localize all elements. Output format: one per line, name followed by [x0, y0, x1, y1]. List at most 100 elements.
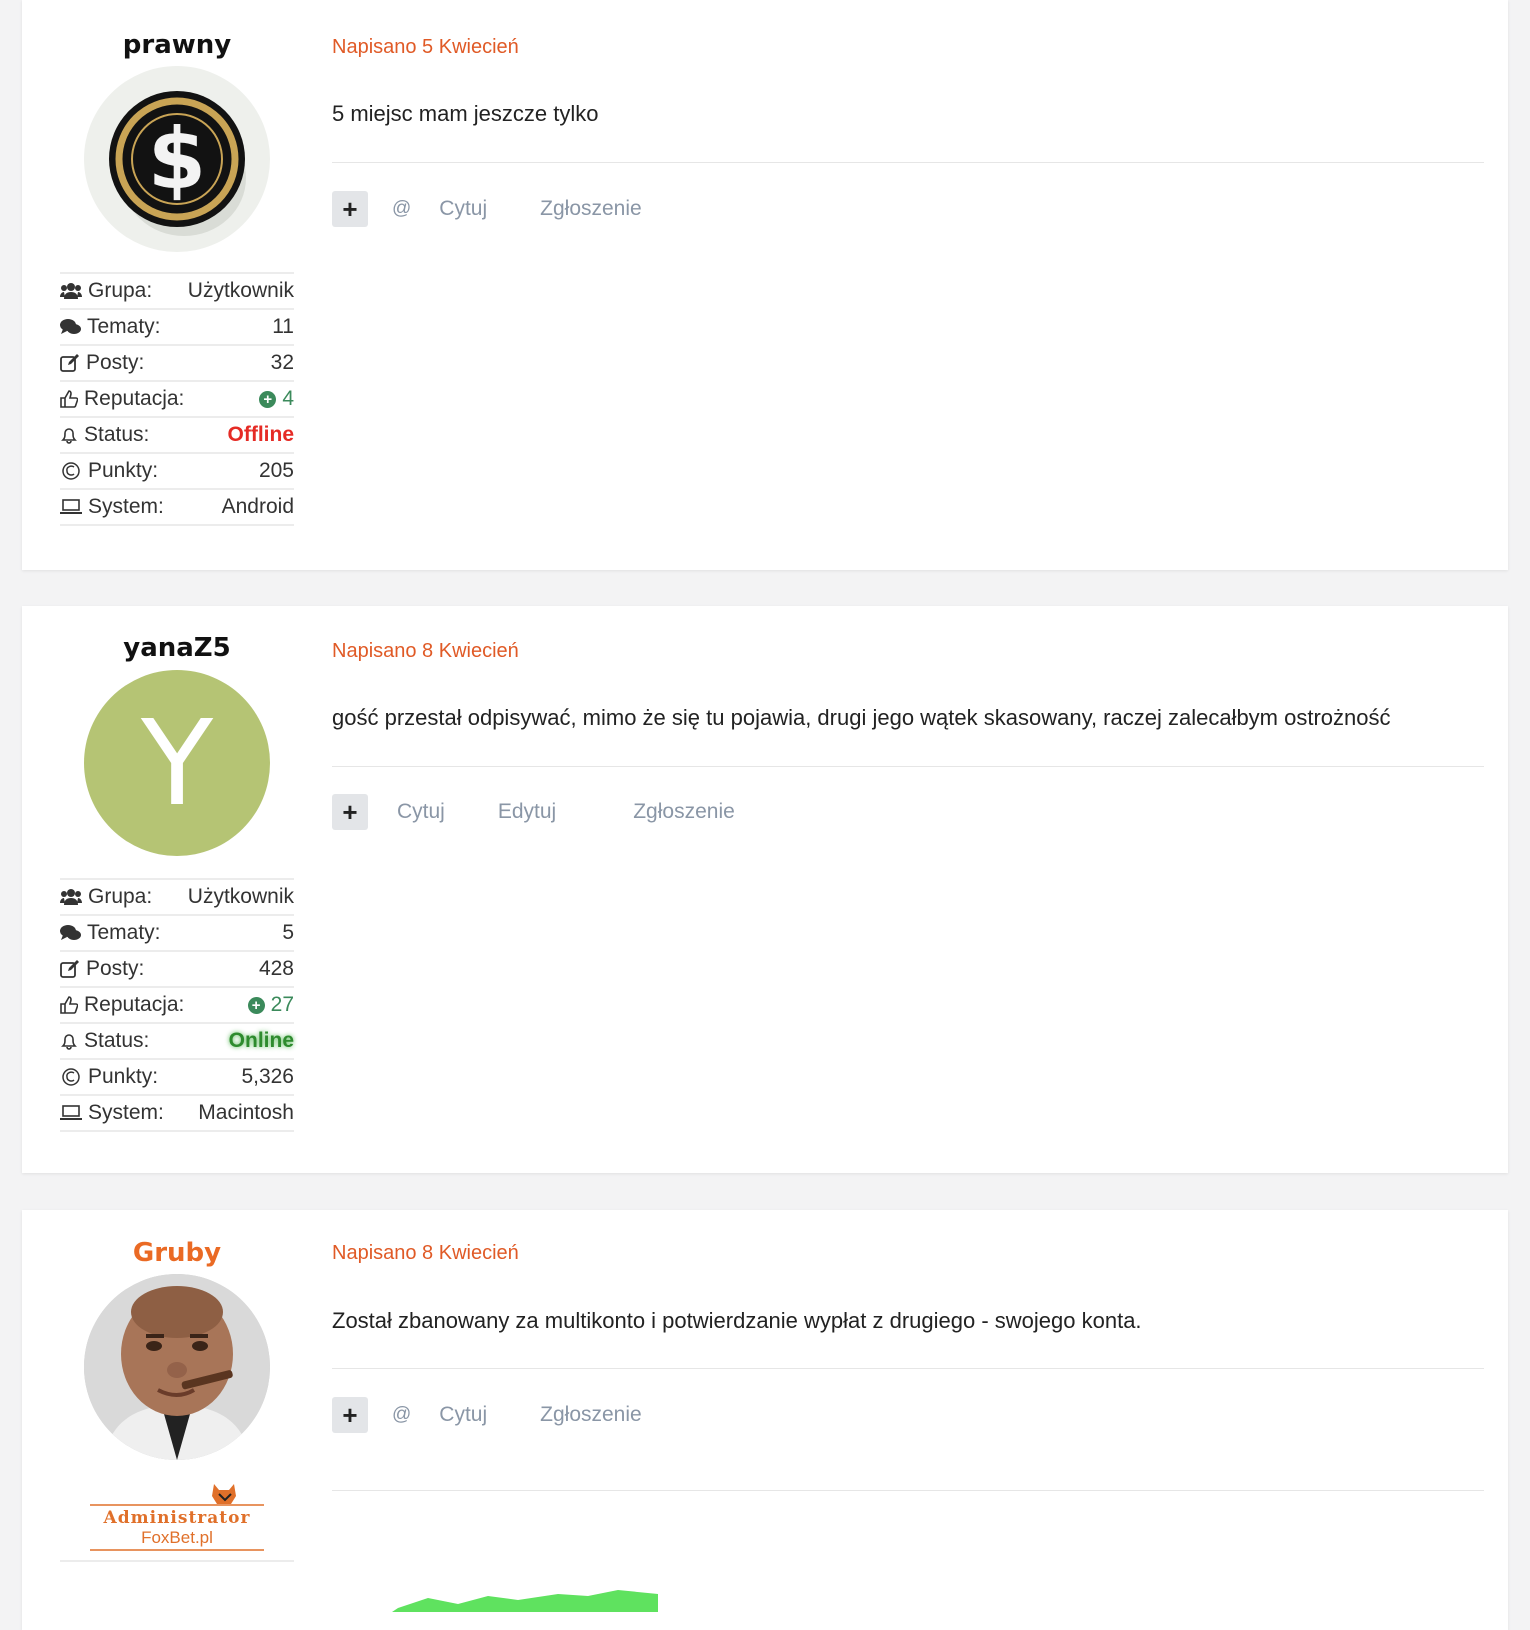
- post: prawny $ Grupa: Użytkownik Tematy: 11 Po…: [22, 0, 1508, 570]
- edit-icon: [60, 354, 79, 372]
- thumbs-up-icon: [60, 996, 78, 1014]
- comments-icon: [60, 319, 81, 334]
- stat-value: 11: [272, 315, 294, 338]
- laptop-icon: [60, 499, 82, 514]
- stat-label: Punkty:: [88, 1065, 159, 1088]
- username-link[interactable]: Gruby: [60, 1238, 294, 1268]
- svg-text:$: $: [148, 110, 206, 208]
- users-icon: [60, 889, 82, 905]
- man-with-cigar-photo: [84, 1274, 270, 1460]
- signature-graphic: [392, 1590, 658, 1612]
- stat-group: Grupa: Użytkownik: [60, 274, 294, 310]
- stat-label: System:: [88, 1101, 164, 1124]
- report-button[interactable]: Zgłoszenie: [540, 197, 642, 221]
- badge-title: Administrator: [103, 1508, 251, 1528]
- add-button[interactable]: +: [332, 191, 368, 227]
- stat-topics: Tematy: 5: [60, 916, 294, 952]
- stat-value: Macintosh: [198, 1101, 294, 1124]
- stat-label: Tematy:: [87, 921, 161, 944]
- post: Gruby Administrator FoxBet.pl Napisano 8…: [22, 1210, 1508, 1630]
- report-button[interactable]: Zgłoszenie: [540, 1403, 642, 1427]
- author-stats: Grupa: Użytkownik Tematy: 5 Posty: 428 R…: [60, 878, 294, 1132]
- stat-posts: Posty: 32: [60, 346, 294, 382]
- admin-badge: Administrator FoxBet.pl: [88, 1482, 266, 1552]
- post-actions: + @ Cytuj Zgłoszenie: [332, 1397, 642, 1433]
- stat-value: 32: [270, 351, 294, 374]
- stat-reputation: Reputacja: +27: [60, 988, 294, 1024]
- stat-value: Użytkownik: [187, 279, 294, 302]
- quote-button[interactable]: Cytuj: [439, 197, 487, 221]
- stat-label: Posty:: [86, 351, 145, 374]
- quote-button[interactable]: Cytuj: [439, 1403, 487, 1427]
- post-body: 5 miejsc mam jeszcze tylko: [332, 101, 599, 126]
- stat-reputation: Reputacja: +4: [60, 382, 294, 418]
- mention-button[interactable]: @: [392, 1404, 411, 1426]
- stat-system: System: Android: [60, 490, 294, 526]
- avatar[interactable]: $: [84, 66, 270, 252]
- status-value: Online: [228, 1029, 294, 1052]
- plus-circle-icon: +: [247, 996, 265, 1014]
- signature-image: [392, 1552, 692, 1616]
- stat-value: 4: [282, 387, 294, 410]
- add-button[interactable]: +: [332, 1397, 368, 1433]
- stat-label: Status:: [84, 1029, 150, 1052]
- stat-value: Android: [221, 495, 294, 518]
- username-link[interactable]: prawny: [60, 30, 294, 60]
- stat-group: Grupa: Użytkownik: [60, 880, 294, 916]
- stat-status: Status: Offline: [60, 418, 294, 454]
- stat-value: 205: [258, 459, 294, 482]
- author-stats: Grupa: Użytkownik Tematy: 11 Posty: 32 R…: [60, 272, 294, 526]
- stat-topics: Tematy: 11: [60, 310, 294, 346]
- divider: [332, 766, 1484, 767]
- mention-button[interactable]: @: [392, 198, 411, 220]
- post-body: Został zbanowany za multikonto i potwier…: [332, 1308, 1142, 1333]
- coin-icon: [62, 462, 80, 480]
- users-icon: [60, 283, 82, 299]
- stat-points: Punkty: 205: [60, 454, 294, 490]
- add-button[interactable]: +: [332, 794, 368, 830]
- stat-label: Punkty:: [88, 459, 159, 482]
- bell-icon: [61, 1034, 77, 1050]
- thumbs-up-icon: [60, 390, 78, 408]
- stat-label: Reputacja:: [84, 387, 185, 410]
- stat-label: Status:: [84, 423, 150, 446]
- edit-button[interactable]: Edytuj: [498, 800, 556, 824]
- avatar[interactable]: [84, 1274, 270, 1460]
- post-date[interactable]: Napisano 8 Kwiecień: [332, 640, 519, 663]
- post: yanaZ5 Y Grupa: Użytkownik Tematy: 5 Pos…: [22, 606, 1508, 1173]
- avatar[interactable]: Y: [84, 670, 270, 856]
- post-actions: + Cytuj Edytuj Zgłoszenie: [332, 794, 735, 830]
- stat-label: Posty:: [86, 957, 145, 980]
- avatar-letter: Y: [140, 694, 214, 832]
- post-actions: + @ Cytuj Zgłoszenie: [332, 191, 642, 227]
- comments-icon: [60, 925, 81, 940]
- signature-divider: [332, 1490, 1484, 1491]
- edit-icon: [60, 960, 79, 978]
- reputation-badge[interactable]: +4: [259, 387, 294, 411]
- post-date[interactable]: Napisano 8 Kwiecień: [332, 1242, 519, 1265]
- stat-label: Tematy:: [87, 315, 161, 338]
- laptop-icon: [60, 1105, 82, 1120]
- plus-icon: +: [342, 1399, 358, 1430]
- stat-posts: Posty: 428: [60, 952, 294, 988]
- status-value: Offline: [227, 423, 295, 446]
- post-body: gość przestał odpisywać, mimo że się tu …: [332, 705, 1391, 730]
- bell-icon: [61, 428, 77, 444]
- plus-icon: +: [342, 796, 358, 827]
- stat-points: Punkty: 5,326: [60, 1060, 294, 1096]
- quote-button[interactable]: Cytuj: [397, 800, 445, 824]
- dollar-coin-icon: $: [109, 91, 246, 236]
- stat-label: System:: [88, 495, 164, 518]
- stat-value: 27: [270, 993, 294, 1016]
- reputation-badge[interactable]: +27: [247, 993, 294, 1017]
- stat-label: Grupa:: [88, 885, 153, 908]
- divider: [332, 162, 1484, 163]
- post-date[interactable]: Napisano 5 Kwiecień: [332, 36, 519, 59]
- report-button[interactable]: Zgłoszenie: [633, 800, 735, 824]
- plus-icon: +: [342, 193, 358, 224]
- username-link[interactable]: yanaZ5: [60, 633, 294, 663]
- stat-value: 428: [258, 957, 294, 980]
- stat-status: Status: Online: [60, 1024, 294, 1060]
- badge-site: FoxBet.pl: [141, 1528, 213, 1547]
- coin-icon: [62, 1068, 80, 1086]
